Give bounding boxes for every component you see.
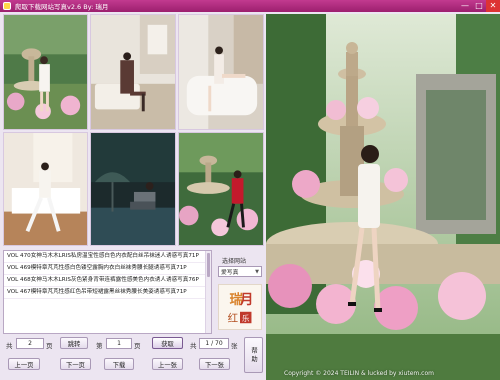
title-bar: 爬取下载网站写真v2.6 By: 瑞月 — □ ✕: [0, 0, 500, 12]
thumb-bathtub[interactable]: [178, 14, 264, 130]
scrollbar-thumb[interactable]: [207, 253, 210, 277]
site-select-label: 选择网站: [222, 258, 247, 265]
chevron-down-icon: ▼: [255, 268, 259, 275]
app-icon: [3, 2, 11, 10]
author-logo: 瑞 月 红 乐: [218, 284, 262, 330]
download-button[interactable]: 下载: [104, 358, 134, 370]
page-input[interactable]: 1: [106, 338, 132, 349]
thumbnail-image: [4, 133, 87, 245]
next-image-button[interactable]: 下一张: [199, 358, 230, 370]
thumbnail-image: [91, 15, 175, 129]
window-controls: — □ ✕: [458, 0, 500, 12]
thumbnail-image: [179, 133, 263, 245]
album-list[interactable]: VOL 470女神马木木LRIS私房温宝性感白色内衣配白丝吊袜迷人诱惑写真71P…: [3, 250, 212, 334]
fetch-button[interactable]: 获取: [152, 337, 183, 349]
page-suffix: 页: [134, 342, 141, 350]
list-item[interactable]: VOL 469模特章芃芃性感白色镂空露胸内衣白丝袜秀腰长腿诱惑写真71P: [4, 263, 211, 275]
thumbnail-image: [91, 133, 175, 245]
prev-image-button[interactable]: 上一张: [152, 358, 183, 370]
preview-image: [266, 14, 500, 380]
thumb-night-pool[interactable]: [90, 132, 176, 246]
prev-page-button[interactable]: 上一页: [8, 358, 40, 370]
thumb-fountain-red-dress[interactable]: [178, 132, 264, 246]
count-unit: 张: [231, 342, 238, 350]
thumbnail-grid: [3, 14, 264, 246]
list-scrollbar[interactable]: [205, 251, 211, 333]
copyright-credit: Copyright © 2024 TEILIN & lucked by xiut…: [284, 370, 434, 377]
thumb-bedroom-brown-dress[interactable]: [90, 14, 176, 130]
svg-text:红: 红: [228, 311, 239, 324]
window-title: 爬取下载网站写真v2.6 By: 瑞月: [15, 3, 109, 11]
jump-button[interactable]: 跳转: [60, 337, 88, 349]
total-pages-field[interactable]: 2: [16, 338, 44, 349]
total-pages-unit: 页: [46, 342, 53, 350]
image-preview[interactable]: Copyright © 2024 TEILIN & lucked by xiut…: [266, 14, 500, 380]
image-count-field: 1 / 70: [199, 338, 229, 349]
thumbnail-image: [4, 15, 87, 129]
maximize-button[interactable]: □: [472, 0, 486, 12]
total-pages-prefix: 共: [6, 342, 13, 350]
list-item[interactable]: VOL 467模特章芃芃性感红色吊带短裙露黑丝袜秀腰长美姿诱惑写真71P: [4, 287, 211, 299]
page-prefix: 第: [96, 342, 103, 350]
list-item[interactable]: VOL 468女神马木木LRIS灰色紧身背带连裤露性感美色内衣诱人诱惑写真76P: [4, 275, 211, 287]
thumb-garden-white-dress[interactable]: [3, 14, 88, 130]
site-select[interactable]: 爱写真 ▼: [218, 266, 262, 277]
minimize-button[interactable]: —: [458, 0, 472, 12]
next-page-button[interactable]: 下一页: [60, 358, 91, 370]
site-select-value: 爱写真: [221, 270, 239, 276]
count-prefix: 共: [190, 342, 197, 350]
help-button[interactable]: 帮助: [244, 337, 263, 373]
svg-text:月: 月: [239, 292, 253, 308]
list-item[interactable]: VOL 470女神马木木LRIS私房温宝性感白色内衣配白丝吊袜迷人诱惑写真71P: [4, 251, 211, 263]
close-button[interactable]: ✕: [486, 0, 500, 12]
logo-seal: 瑞 月 红 乐: [219, 285, 261, 329]
thumbnail-image: [179, 15, 263, 129]
svg-text:乐: 乐: [242, 313, 250, 323]
thumb-white-room-stockings[interactable]: [3, 132, 88, 246]
